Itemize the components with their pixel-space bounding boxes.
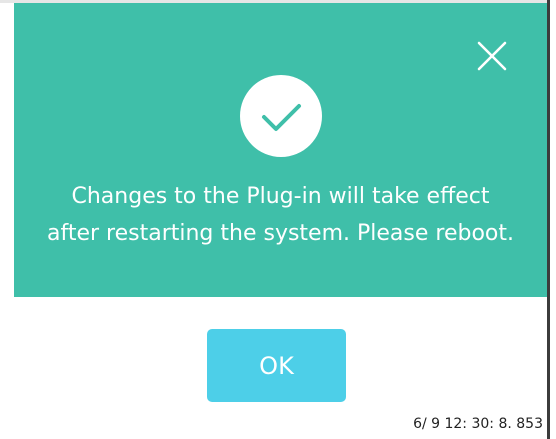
timestamp: 6/ 9 12: 30: 8. 853 — [413, 416, 543, 432]
checkmark-icon — [262, 104, 301, 131]
plugin-restart-dialog: Changes to the Plug-in will take effect … — [0, 0, 556, 439]
close-icon — [477, 41, 507, 71]
ok-button[interactable]: OK — [207, 329, 346, 402]
dialog-message: Changes to the Plug-in will take effect … — [14, 178, 547, 252]
success-badge — [240, 75, 322, 157]
message-line-1: Changes to the Plug-in will take effect — [71, 184, 490, 209]
window-right-border — [547, 0, 550, 439]
message-line-2: after restarting the system. Please rebo… — [47, 221, 514, 246]
close-button[interactable] — [474, 38, 510, 74]
